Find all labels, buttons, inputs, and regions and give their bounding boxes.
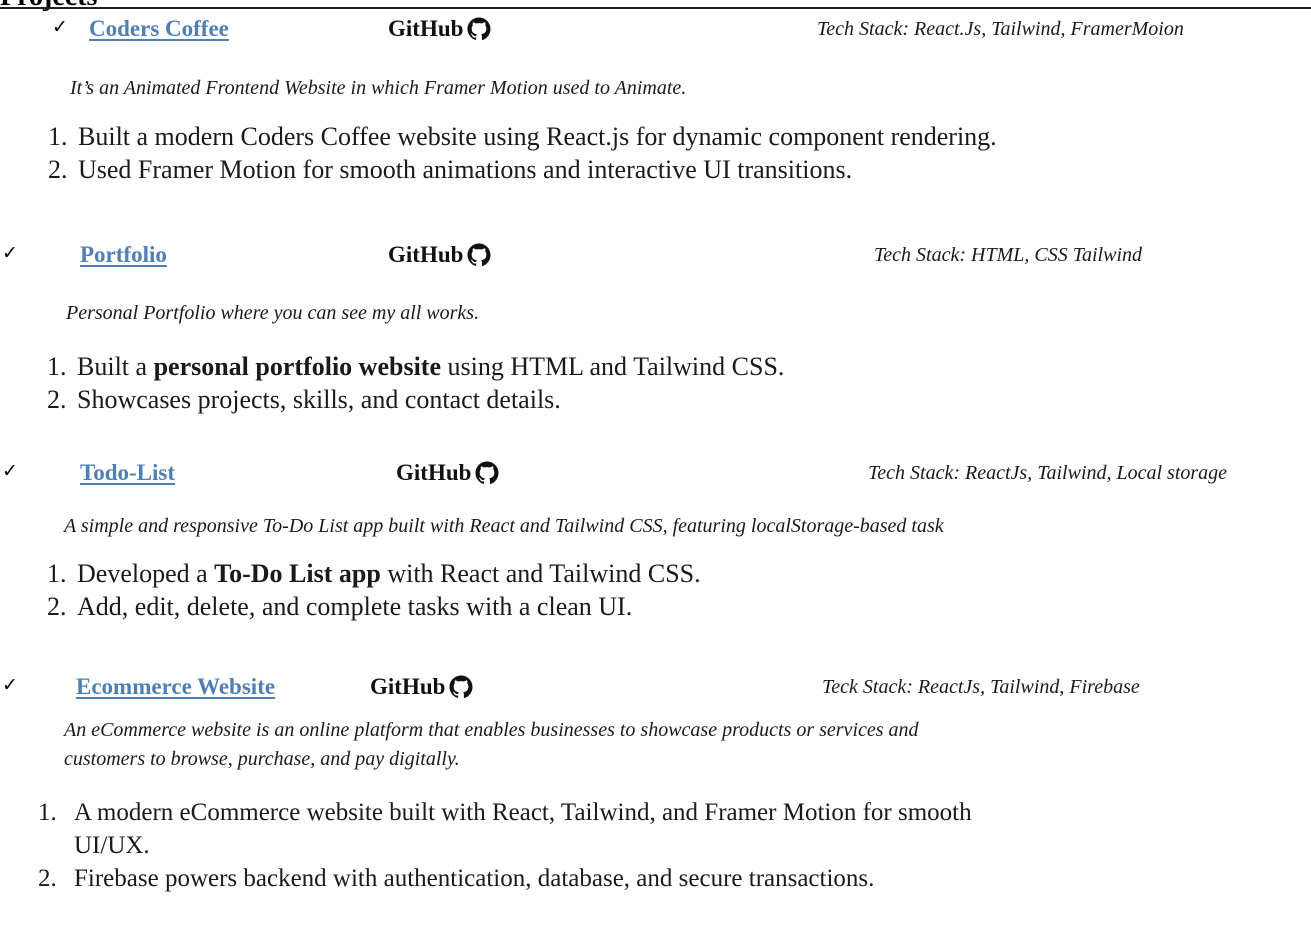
section-heading: Projects xyxy=(0,0,97,11)
project-bullet-list: 1. Built a personal portfolio website us… xyxy=(0,350,1311,416)
list-item: 2. Showcases projects, skills, and conta… xyxy=(0,383,1311,416)
project-description: It’s an Animated Frontend Website in whi… xyxy=(70,77,687,99)
bullet-number: 2. xyxy=(47,592,67,621)
project-title-link[interactable]: Ecommerce Website xyxy=(76,674,275,700)
list-item: 1. Built a personal portfolio website us… xyxy=(0,350,1311,383)
github-link[interactable]: GitHub xyxy=(388,16,491,42)
project-title-link[interactable]: Coders Coffee xyxy=(89,16,229,42)
bullet-text-pre: Built a xyxy=(77,352,154,381)
tech-stack-text: Tech Stack: React.Js, Tailwind, FramerMo… xyxy=(817,18,1184,40)
github-link[interactable]: GitHub xyxy=(370,674,473,700)
bullet-text: Showcases projects, skills, and contact … xyxy=(77,385,561,414)
bullet-number: 1. xyxy=(38,799,57,826)
project-description: A simple and responsive To-Do List app b… xyxy=(64,515,944,537)
github-icon xyxy=(467,243,491,267)
bullet-text: Used Framer Motion for smooth animations… xyxy=(78,155,853,184)
bullet-text: Firebase powers backend with authenticat… xyxy=(74,865,875,892)
bullet-number: 2. xyxy=(38,865,57,892)
project-row-coders-coffee: ✓ Coders Coffee GitHub Tech Stack: React… xyxy=(0,16,1311,56)
bullet-text-continuation: UI/UX. xyxy=(74,832,150,859)
github-icon xyxy=(449,675,473,699)
project-title-link[interactable]: Todo-List xyxy=(80,460,175,486)
bullet-text: Developed a To-Do List app with React an… xyxy=(77,557,701,590)
github-label: GitHub xyxy=(388,242,464,267)
checkmark-icon: ✓ xyxy=(2,242,18,264)
tech-stack-text: Tech Stack: HTML, CSS Tailwind xyxy=(874,244,1142,266)
bullet-text: Add, edit, delete, and complete tasks wi… xyxy=(77,592,633,621)
bullet-number: 1. xyxy=(47,352,67,381)
list-item: 1. Built a modern Coders Coffee website … xyxy=(0,120,1311,153)
project-description: An eCommerce website is an online platfo… xyxy=(0,716,1311,774)
bullet-number: 2. xyxy=(47,385,67,414)
bullet-text: Built a modern Coders Coffee website usi… xyxy=(78,122,997,151)
checkmark-icon: ✓ xyxy=(52,16,68,38)
checkmark-icon: ✓ xyxy=(2,674,18,696)
list-item: 2. Used Framer Motion for smooth animati… xyxy=(0,153,1311,186)
project-title-link[interactable]: Portfolio xyxy=(80,242,167,268)
project-description: Personal Portfolio where you can see my … xyxy=(66,302,480,324)
bullet-text: Built a personal portfolio website using… xyxy=(77,350,784,383)
bullet-number: 1. xyxy=(47,559,67,588)
github-link[interactable]: GitHub xyxy=(388,242,491,268)
description-line: customers to browse, purchase, and pay d… xyxy=(64,748,460,770)
github-link[interactable]: GitHub xyxy=(396,460,499,486)
github-label: GitHub xyxy=(370,674,446,699)
project-row-portfolio: ✓ Portfolio GitHub Tech Stack: HTML, CSS… xyxy=(0,242,1311,282)
section-rule xyxy=(0,7,1311,9)
bullet-text-pre: Developed a xyxy=(77,559,215,588)
checkmark-icon: ✓ xyxy=(2,460,18,482)
project-row-ecommerce: ✓ Ecommerce Website GitHub Teck Stack: R… xyxy=(0,674,1311,714)
bullet-text: A modern eCommerce website built with Re… xyxy=(74,799,972,826)
github-label: GitHub xyxy=(396,460,472,485)
github-label: GitHub xyxy=(388,16,464,41)
github-icon xyxy=(475,461,499,485)
list-item: 2. Firebase powers backend with authenti… xyxy=(0,862,1311,895)
tech-stack-text: Teck Stack: ReactJs, Tailwind, Firebase xyxy=(822,676,1140,698)
list-item: 1. A modern eCommerce website built with… xyxy=(0,796,1311,862)
bullet-text-bold: personal portfolio website xyxy=(153,352,441,381)
bullet-number: 2. xyxy=(48,155,68,184)
list-item: 2. Add, edit, delete, and complete tasks… xyxy=(0,590,1311,623)
bullet-number: 1. xyxy=(48,122,68,151)
bullet-text-bold: To-Do List app xyxy=(214,559,381,588)
project-bullet-list: 1. Developed a To-Do List app with React… xyxy=(0,557,1311,623)
project-bullet-list: 1. A modern eCommerce website built with… xyxy=(0,796,1311,895)
tech-stack-text: Tech Stack: ReactJs, Tailwind, Local sto… xyxy=(868,462,1228,484)
bullet-text-post: with React and Tailwind CSS. xyxy=(380,559,701,588)
list-item: 1. Developed a To-Do List app with React… xyxy=(0,557,1311,590)
bullet-text-post: using HTML and Tailwind CSS. xyxy=(440,352,785,381)
project-bullet-list: 1. Built a modern Coders Coffee website … xyxy=(0,120,1311,186)
github-icon xyxy=(467,17,491,41)
description-line: An eCommerce website is an online platfo… xyxy=(64,719,919,741)
project-row-todo-list: ✓ Todo-List GitHub Tech Stack: ReactJs, … xyxy=(0,460,1311,500)
